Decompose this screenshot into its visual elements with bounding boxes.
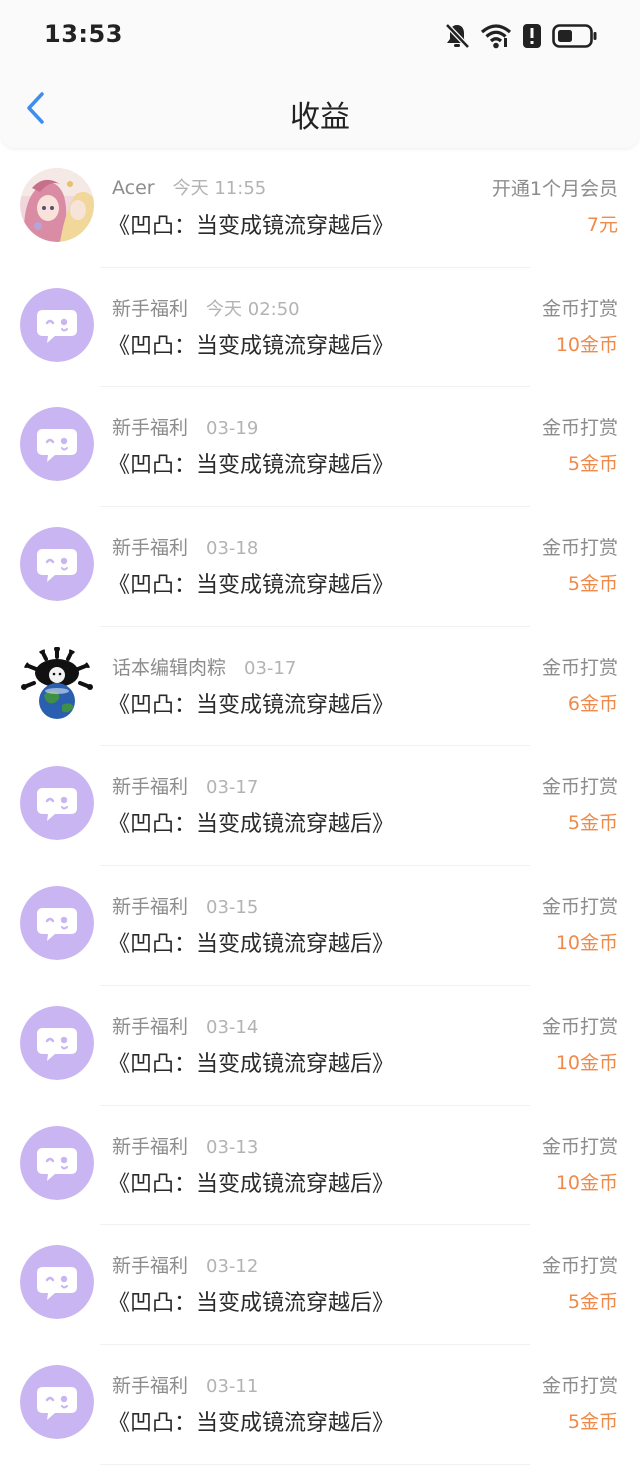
sender-name: 新手福利	[112, 417, 189, 440]
earnings-row[interactable]: 新手福利 03-19 《凹凸：当变成镜流穿越后》 金币打赏 5金币	[0, 387, 640, 508]
sender-name: Acer	[112, 177, 155, 199]
book-title: 《凹凸：当变成镜流穿越后》	[108, 214, 395, 239]
book-title: 《凹凸：当变成镜流穿越后》	[108, 932, 395, 958]
book-title: 《凹凸：当变成镜流穿越后》	[108, 1410, 395, 1436]
avatar[interactable]	[20, 527, 94, 602]
reward-type: 金币打赏	[541, 537, 618, 560]
reward-type: 金币打赏	[541, 1135, 618, 1158]
reward-type: 开通1个月会员	[491, 178, 618, 200]
reward-amount: 5金币	[567, 1291, 618, 1314]
avatar[interactable]	[20, 766, 94, 841]
book-title: 《凹凸：当变成镜流穿越后》	[108, 453, 395, 479]
sender-name: 话本编辑肉粽	[112, 656, 227, 679]
earnings-row[interactable]: Acer 今天 11:55 《凹凸：当变成镜流穿越后》 开通1个月会员 7元	[0, 148, 640, 268]
wifi-icon	[480, 22, 512, 50]
sender-name: 新手福利	[112, 776, 189, 799]
avatar[interactable]	[20, 1125, 94, 1200]
sender-line: 新手福利 03-11	[112, 1371, 258, 1398]
reward-type: 金币打赏	[541, 417, 618, 440]
sender-line: 新手福利 今天 02:50	[112, 294, 300, 321]
avatar[interactable]	[20, 407, 94, 482]
avatar[interactable]	[20, 1005, 94, 1080]
timestamp: 03-11	[206, 1375, 259, 1397]
timestamp: 03-14	[206, 1016, 259, 1038]
book-title: 《凹凸：当变成镜流穿越后》	[108, 573, 395, 599]
sender-name: 新手福利	[112, 896, 189, 919]
reward-type: 金币打赏	[541, 1374, 618, 1397]
earnings-row[interactable]: 新手福利 03-18 《凹凸：当变成镜流穿越后》 金币打赏 5金币	[0, 507, 640, 627]
header: 收益	[0, 72, 640, 148]
sender-line: 新手福利 03-15	[112, 892, 258, 919]
battery-icon	[552, 23, 598, 49]
alert-icon	[522, 23, 542, 49]
reward-type: 金币打赏	[541, 297, 618, 320]
reward-type: 金币打赏	[541, 1015, 618, 1038]
timestamp: 今天 11:55	[172, 178, 267, 199]
avatar[interactable]	[20, 168, 94, 242]
earnings-row[interactable]: 新手福利 03-15 《凹凸：当变成镜流穿越后》 金币打赏 10金币	[0, 866, 640, 986]
reward-amount: 7元	[586, 214, 618, 236]
reward-amount: 10金币	[555, 1051, 618, 1074]
sender-line: Acer 今天 11:55	[112, 174, 266, 200]
reward-type: 金币打赏	[541, 656, 618, 679]
avatar[interactable]	[20, 1245, 94, 1320]
timestamp: 03-13	[206, 1136, 259, 1158]
sender-name: 新手福利	[112, 1255, 189, 1278]
timestamp: 03-12	[206, 1256, 259, 1278]
sender-name: 新手福利	[112, 1135, 189, 1158]
avatar[interactable]	[20, 287, 94, 362]
reward-amount: 10金币	[555, 333, 618, 356]
earnings-row[interactable]: 新手福利 03-12 《凹凸：当变成镜流穿越后》 金币打赏 5金币	[0, 1225, 640, 1345]
reward-amount: 5金币	[567, 812, 618, 835]
avatar[interactable]	[20, 1364, 94, 1439]
avatar[interactable]	[20, 646, 94, 721]
avatar[interactable]	[20, 886, 94, 961]
book-title: 《凹凸：当变成镜流穿越后》	[108, 333, 395, 359]
status-bar: 13:53	[0, 0, 640, 72]
timestamp: 03-17	[206, 777, 259, 799]
sender-line: 新手福利 03-14	[112, 1012, 258, 1039]
bell-muted-icon	[444, 22, 470, 50]
book-title: 《凹凸：当变成镜流穿越后》	[108, 692, 395, 718]
reward-type: 金币打赏	[541, 776, 618, 799]
timestamp: 03-19	[206, 418, 259, 440]
earnings-row[interactable]: 新手福利 03-13 《凹凸：当变成镜流穿越后》 金币打赏 10金币	[0, 1106, 640, 1226]
status-icons	[444, 20, 598, 52]
status-time: 13:53	[44, 20, 123, 48]
earnings-row[interactable]: 话本编辑肉粽 03-17 《凹凸：当变成镜流穿越后》 金币打赏 6金币	[0, 627, 640, 747]
sender-name: 新手福利	[112, 1015, 189, 1038]
book-title: 《凹凸：当变成镜流穿越后》	[108, 812, 395, 838]
divider	[100, 1463, 530, 1465]
page-title: 收益	[290, 100, 350, 135]
timestamp: 03-18	[206, 538, 259, 560]
sender-line: 新手福利 03-12	[112, 1251, 258, 1278]
sender-name: 新手福利	[112, 297, 189, 320]
reward-amount: 10金币	[555, 1171, 618, 1194]
earnings-row[interactable]: 新手福利 今天 02:50 《凹凸：当变成镜流穿越后》 金币打赏 10金币	[0, 268, 640, 388]
reward-type: 金币打赏	[541, 1255, 618, 1278]
reward-amount: 5金币	[567, 573, 618, 596]
sender-line: 新手福利 03-18	[112, 533, 258, 560]
timestamp: 03-15	[206, 897, 259, 919]
timestamp: 03-17	[244, 657, 297, 679]
sender-name: 新手福利	[112, 1374, 189, 1397]
earnings-row[interactable]: 新手福利 03-14 《凹凸：当变成镜流穿越后》 金币打赏 10金币	[0, 986, 640, 1106]
earnings-list: Acer 今天 11:55 《凹凸：当变成镜流穿越后》 开通1个月会员 7元 新手福利今…	[0, 148, 640, 1465]
book-title: 《凹凸：当变成镜流穿越后》	[108, 1051, 395, 1077]
earnings-row[interactable]: 新手福利 03-17 《凹凸：当变成镜流穿越后》 金币打赏 5金币	[0, 746, 640, 867]
book-title: 《凹凸：当变成镜流穿越后》	[108, 1291, 395, 1317]
reward-amount: 10金币	[555, 932, 618, 955]
sender-line: 新手福利 03-19	[112, 413, 258, 440]
reward-type: 金币打赏	[541, 896, 618, 919]
book-title: 《凹凸：当变成镜流穿越后》	[108, 1171, 395, 1197]
reward-amount: 5金币	[567, 1410, 618, 1433]
reward-amount: 5金币	[567, 453, 618, 476]
reward-amount: 6金币	[567, 692, 618, 715]
sender-line: 新手福利 03-13	[112, 1132, 258, 1159]
timestamp: 今天 02:50	[206, 298, 300, 320]
earnings-row[interactable]: 新手福利 03-11 《凹凸：当变成镜流穿越后》 金币打赏 5金币	[0, 1345, 640, 1465]
sender-line: 话本编辑肉粽 03-17	[112, 653, 296, 680]
sender-name: 新手福利	[112, 537, 189, 560]
sender-line: 新手福利 03-17	[112, 772, 258, 799]
